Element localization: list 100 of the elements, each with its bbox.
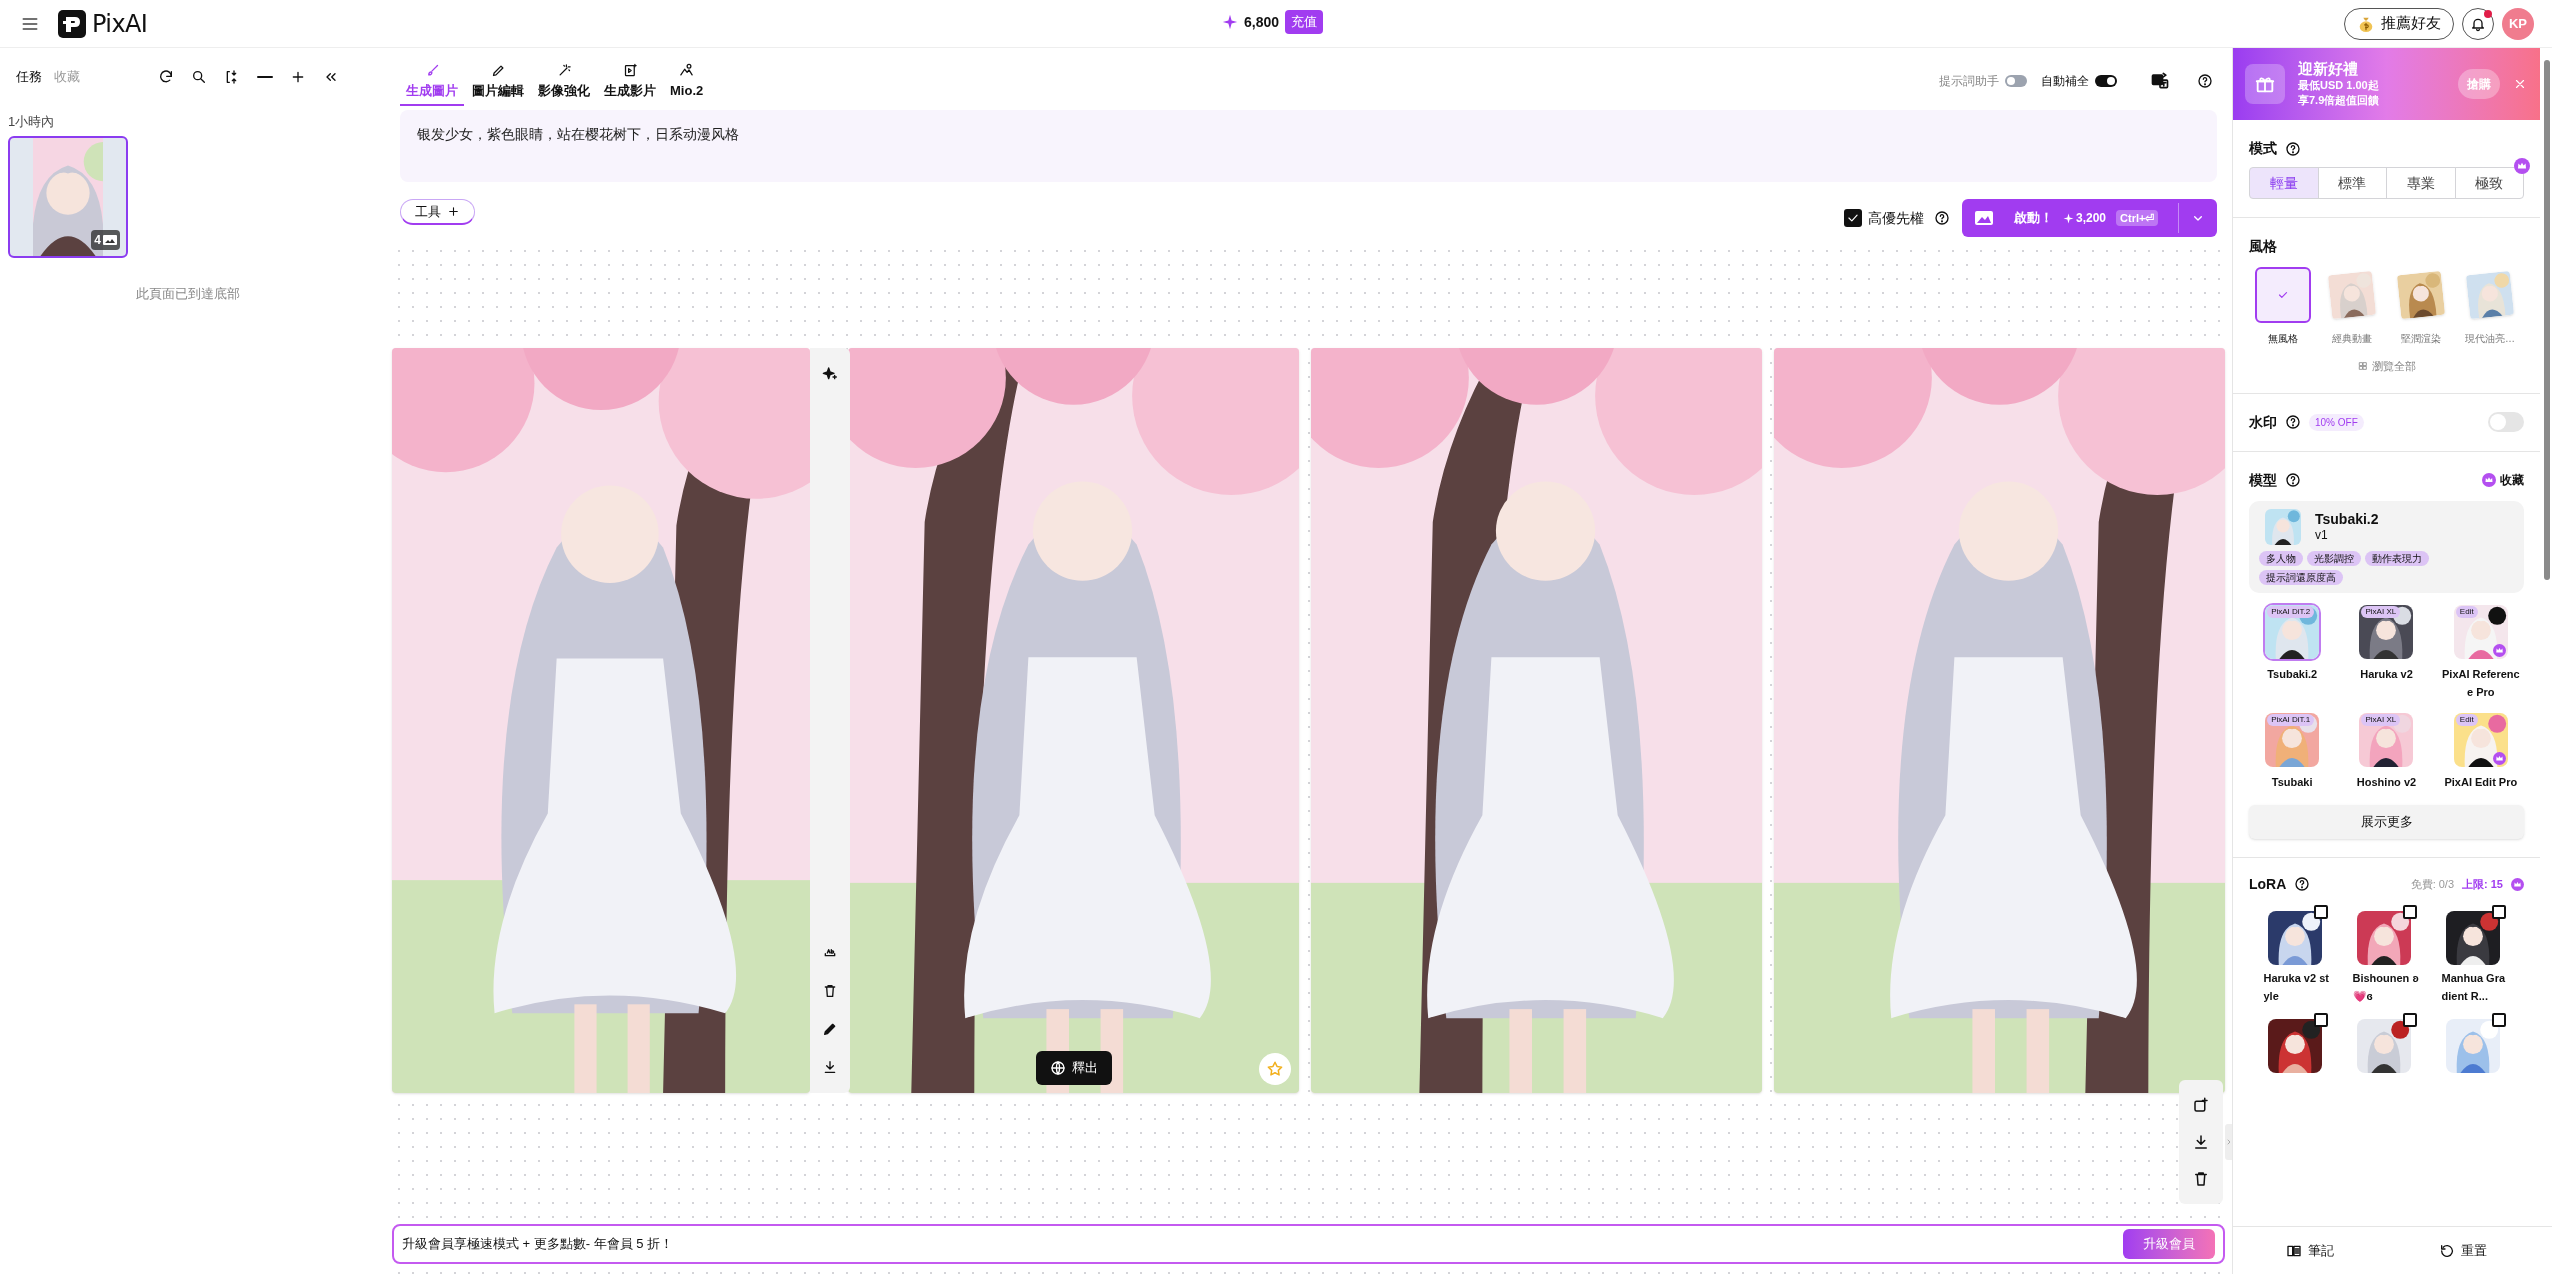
- scrollbar[interactable]: [2544, 60, 2550, 580]
- image-icon: [103, 234, 117, 245]
- mountain-icon: [679, 62, 695, 78]
- end-of-list-note: 此頁面已到達底部: [136, 284, 241, 303]
- lora-checkbox[interactable]: [2313, 1012, 2328, 1027]
- image-text-icon: [2150, 71, 2170, 91]
- free-quota: 免費: 0/3: [2410, 876, 2455, 892]
- refresh-icon: [158, 69, 174, 85]
- help-icon: [1934, 210, 1950, 226]
- model-card[interactable]: Tsubaki.2 v1 多人物 光影調控 動作表現力 提示詞還原度高: [2249, 500, 2524, 593]
- sparkles-icon: [822, 366, 838, 382]
- mode-tab[interactable]: 圖片編輯: [466, 62, 530, 106]
- model-option[interactable]: PixAI XL Hoshino v2: [2343, 712, 2430, 791]
- promo-text: 享7.9倍超值回饋: [2298, 92, 2380, 108]
- task-card[interactable]: 4: [8, 135, 128, 258]
- minus-icon: [257, 75, 273, 79]
- download-icon: [822, 1059, 838, 1075]
- section-title: 風格: [2249, 237, 2278, 256]
- lora-checkbox[interactable]: [2491, 904, 2506, 919]
- chevron-right-icon: [2225, 1137, 2233, 1147]
- limit-label: 上限: 15: [2462, 876, 2503, 892]
- start-label: 啟動！: [2014, 209, 2053, 228]
- toggle-label: 提示詞助手: [1939, 73, 1999, 90]
- upgrade-button[interactable]: 升級會員: [2123, 1229, 2215, 1259]
- lora-checkbox[interactable]: [2491, 1012, 2506, 1027]
- publish-button[interactable]: 釋出: [1035, 1051, 1112, 1085]
- image-count-badge: 4: [91, 229, 120, 250]
- help-icon: [2294, 876, 2311, 892]
- expand-handle[interactable]: [2225, 1124, 2233, 1160]
- sparkle-icon: [1222, 14, 1238, 30]
- lora-name: Bishounen ʚ💗ɞ: [2352, 970, 2420, 1004]
- help-button[interactable]: [2195, 71, 2215, 91]
- download-icon: [2192, 1133, 2210, 1151]
- section-title: 模式: [2249, 139, 2277, 158]
- toggle-switch[interactable]: [2095, 75, 2117, 87]
- model-option[interactable]: PixAI DiT.2 Tsubaki.2: [2249, 604, 2336, 701]
- toggle-label: 自動補全: [2041, 73, 2089, 90]
- mode-tab[interactable]: Mio.2: [664, 62, 710, 106]
- favorites-button[interactable]: 收藏: [2482, 471, 2524, 489]
- lora-checkbox[interactable]: [2402, 1012, 2417, 1027]
- mode-option[interactable]: 標準: [2317, 167, 2387, 199]
- translate-button[interactable]: [2149, 70, 2171, 92]
- browse-all-link[interactable]: 瀏覽全部: [2357, 358, 2416, 375]
- section-title: 模型: [2249, 470, 2277, 490]
- toggle-switch[interactable]: [2488, 412, 2524, 432]
- model-name: Tsubaki.2: [2315, 510, 2379, 527]
- close-icon: [2513, 77, 2527, 91]
- tools-button[interactable]: 工具: [400, 199, 475, 225]
- prompt-field[interactable]: 银发少女，紫色眼睛，站在樱花树下，日系动漫风格: [400, 110, 2217, 182]
- mode-option[interactable]: 輕量: [2249, 167, 2319, 199]
- model-tag: 多人物: [2259, 550, 2303, 566]
- mode-tab[interactable]: 影像強化: [532, 62, 596, 106]
- trash-icon: [822, 983, 838, 999]
- promo-text: 最低USD 1.00起: [2298, 77, 2380, 93]
- model-option[interactable]: Edit PixAI Edit Pro: [2437, 712, 2524, 791]
- model-option[interactable]: PixAI XL Haruka v2: [2343, 604, 2430, 701]
- group-label: 1小時內: [8, 113, 56, 131]
- show-more-button[interactable]: 展示更多: [2249, 804, 2524, 839]
- lora-checkbox[interactable]: [2402, 904, 2417, 919]
- model-tag: 動作表現力: [2365, 550, 2429, 566]
- panel-tab[interactable]: 任務: [16, 67, 42, 87]
- promo-title: 迎新好禮: [2298, 60, 2359, 76]
- discount-badge: 10% OFF: [2309, 413, 2364, 431]
- model-option[interactable]: Edit PixAI Reference Pro: [2437, 604, 2524, 701]
- lora-checkbox[interactable]: [2313, 904, 2328, 919]
- reset-icon: [2439, 1242, 2456, 1259]
- model-tag: 提示詞還原度高: [2259, 569, 2343, 585]
- recharge-button[interactable]: 充值: [1285, 10, 1324, 34]
- style-option[interactable]: 堅潤渲染: [2387, 267, 2455, 346]
- style-option[interactable]: 經典動畫: [2318, 267, 2386, 346]
- checkbox-label: 高優先權: [1868, 208, 1924, 228]
- footer-button[interactable]: 筆記: [2285, 1240, 2334, 1261]
- shortcut-badge: Ctrl+⏎: [2116, 209, 2159, 227]
- upgrade-text: 升級會員享極速模式 + 更多點數- 年會員 5 折！: [402, 1235, 674, 1254]
- logo-icon: [58, 9, 86, 38]
- mode-option[interactable]: 極致: [2454, 167, 2524, 199]
- priority-checkbox[interactable]: [1844, 209, 1862, 227]
- logo-text: PixAI: [92, 8, 148, 40]
- section-title: LoRA: [2249, 874, 2287, 894]
- sparkle-icon: [2063, 212, 2074, 224]
- help-icon: [2285, 414, 2301, 430]
- help-icon: [2197, 73, 2213, 89]
- model-option[interactable]: PixAI DiT.1 Tsubaki: [2249, 712, 2336, 791]
- crown-icon: [2511, 877, 2524, 891]
- style-option[interactable]: 現代油亮…: [2456, 267, 2524, 346]
- video-plus-icon: [622, 62, 638, 78]
- model-tag: 光影調控: [2307, 550, 2361, 566]
- sparkle-image-icon: [2192, 1095, 2210, 1114]
- plus-icon: [290, 69, 306, 85]
- mode-tab[interactable]: 生成圖片: [400, 62, 464, 106]
- toggle-switch[interactable]: [2005, 75, 2027, 87]
- section-title: 水印: [2249, 412, 2277, 432]
- footer-button[interactable]: 重置: [2439, 1240, 2488, 1261]
- star-icon: [1266, 1060, 1284, 1078]
- grid-icon: [2357, 361, 2368, 372]
- help-icon: [2285, 140, 2301, 157]
- mode-option[interactable]: 專業: [2386, 167, 2456, 199]
- lora-name: Manhua Gradient R...: [2441, 970, 2507, 1004]
- help-icon: [2285, 472, 2301, 488]
- mode-tab[interactable]: 生成影片: [598, 62, 662, 106]
